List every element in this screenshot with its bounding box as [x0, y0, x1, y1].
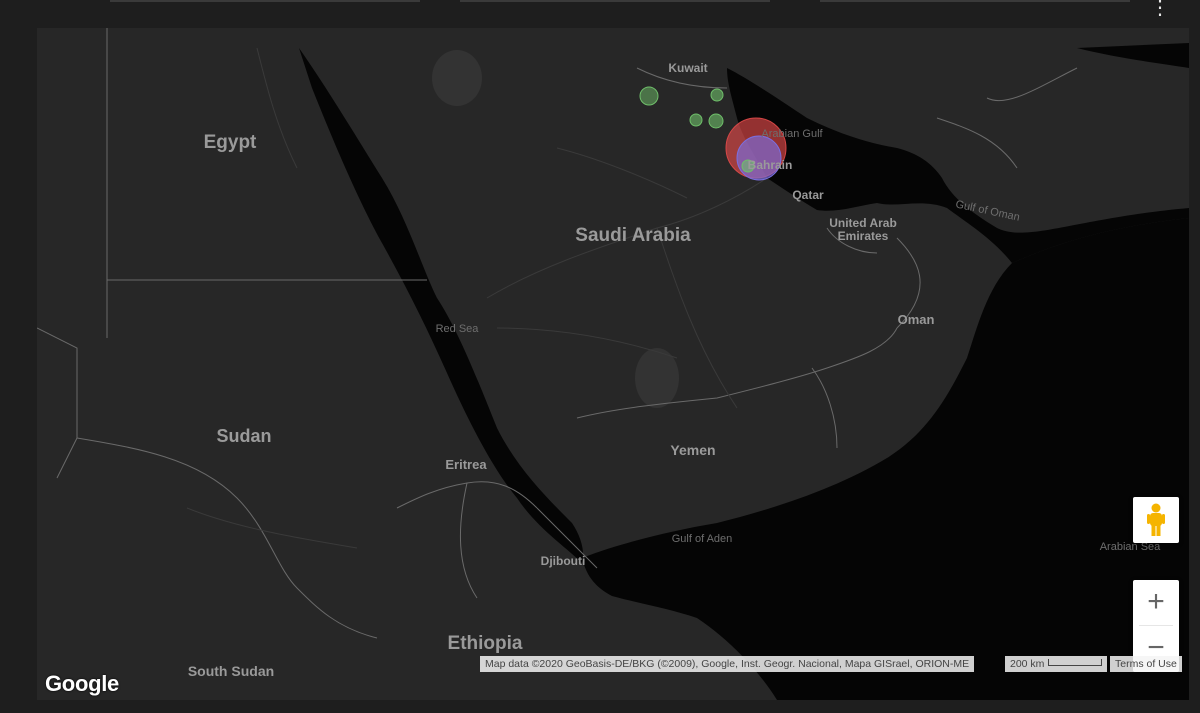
country-label-bahrain: Bahrain: [748, 158, 793, 172]
map-scale[interactable]: 200 km: [1005, 656, 1108, 672]
more-options-icon[interactable]: ⋮: [1150, 0, 1170, 20]
country-label-sudan: Sudan: [216, 426, 271, 446]
scale-bar: [1048, 658, 1103, 666]
country-label-yemen: Yemen: [670, 442, 715, 458]
top-bar: ⋮: [0, 0, 1200, 28]
map-marker: [639, 86, 659, 106]
top-divider: [820, 0, 1130, 2]
top-divider: [110, 0, 420, 2]
map-canvas[interactable]: Egypt Saudi Arabia Kuwait Bahrain Qatar …: [37, 28, 1189, 700]
country-label-uae-2: Emirates: [838, 229, 889, 243]
water-label-red-sea: Red Sea: [436, 323, 480, 335]
zoom-in-button[interactable]: +: [1133, 580, 1179, 625]
google-logo[interactable]: Google: [45, 671, 119, 697]
country-label-djibouti: Djibouti: [541, 554, 586, 568]
country-label-qatar: Qatar: [792, 188, 824, 202]
country-label-uae: United Arab: [829, 216, 897, 230]
terms-of-use-link[interactable]: Terms of Use: [1110, 656, 1182, 672]
country-label-saudi-arabia: Saudi Arabia: [575, 225, 691, 246]
water-label-gulf-of-aden: Gulf of Aden: [672, 533, 733, 545]
country-label-egypt: Egypt: [204, 132, 257, 153]
country-label-ethiopia: Ethiopia: [448, 633, 523, 654]
country-label-eritrea: Eritrea: [445, 457, 487, 472]
top-divider: [460, 0, 770, 2]
country-label-kuwait: Kuwait: [668, 61, 707, 75]
map-marker: [689, 113, 703, 127]
street-view-pegman-button[interactable]: [1133, 497, 1179, 543]
map-graphic: Egypt Saudi Arabia Kuwait Bahrain Qatar …: [37, 28, 1189, 700]
map-marker: [710, 88, 724, 102]
pegman-icon: [1147, 503, 1165, 536]
scale-label: 200 km: [1010, 658, 1045, 670]
country-label-oman: Oman: [898, 312, 935, 327]
water-label-arabian-gulf: Arabian Gulf: [761, 128, 823, 140]
country-label-south-sudan: South Sudan: [188, 663, 274, 679]
map-attribution: Map data ©2020 GeoBasis-DE/BKG (©2009), …: [480, 656, 975, 672]
map-marker: [708, 113, 724, 129]
